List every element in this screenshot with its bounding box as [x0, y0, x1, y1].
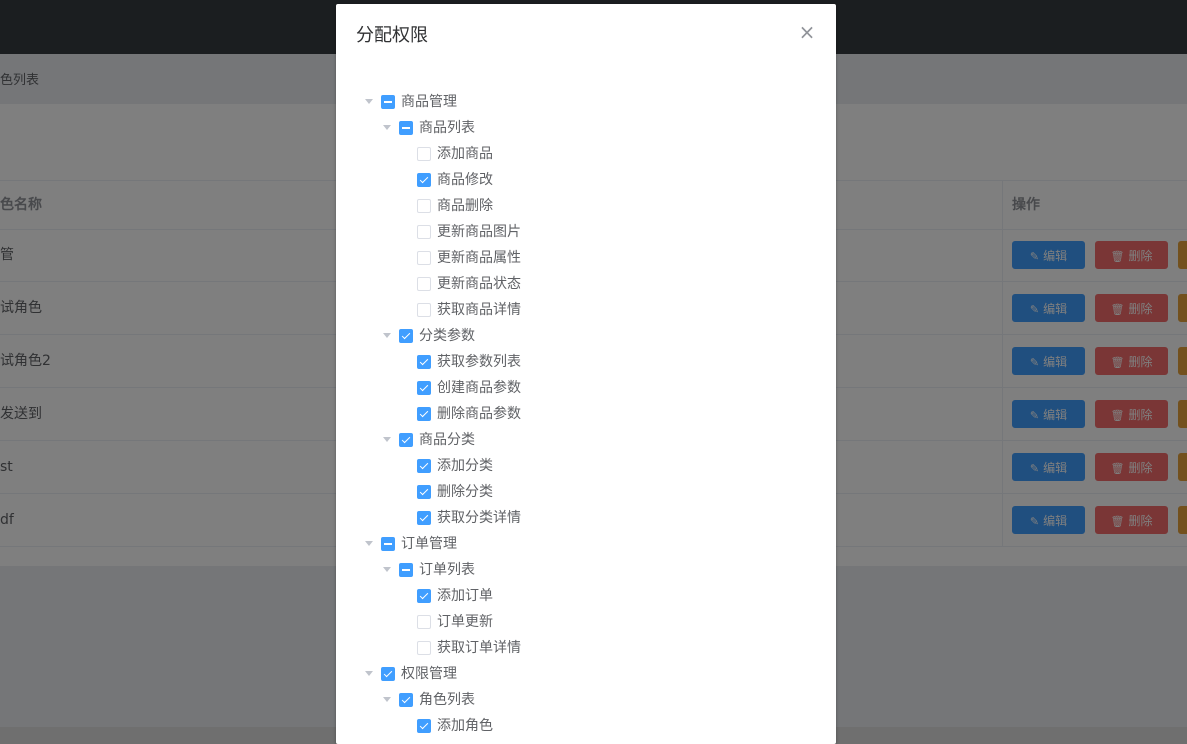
tree-node-label: 获取分类详情 [437, 510, 521, 526]
tree-node-label: 获取订单详情 [437, 640, 521, 656]
tree-node[interactable]: 分类参数 [336, 323, 836, 349]
tree-checkbox[interactable] [399, 329, 413, 343]
caret-down-icon[interactable] [382, 687, 392, 713]
tree-checkbox[interactable] [417, 485, 431, 499]
tree-checkbox[interactable] [417, 511, 431, 525]
tree-node[interactable]: 创建商品参数 [336, 375, 836, 401]
tree-node[interactable]: 添加订单 [336, 583, 836, 609]
tree-node[interactable]: 商品列表 [336, 115, 836, 141]
tree-node-label: 商品修改 [437, 172, 493, 188]
tree-node-label: 获取参数列表 [437, 354, 521, 370]
tree-node-label: 获取商品详情 [437, 302, 521, 318]
tree-checkbox[interactable] [399, 693, 413, 707]
tree-node-label: 商品删除 [437, 198, 493, 214]
caret-down-icon[interactable] [364, 89, 374, 115]
tree-node-label: 更新商品属性 [437, 250, 521, 266]
tree-checkbox[interactable] [417, 459, 431, 473]
tree-checkbox[interactable] [417, 407, 431, 421]
tree-checkbox[interactable] [417, 277, 431, 291]
tree-node[interactable]: 获取订单详情 [336, 635, 836, 661]
tree-node[interactable]: 订单列表 [336, 557, 836, 583]
tree-node[interactable]: 商品分类 [336, 427, 836, 453]
tree-node-label: 订单列表 [419, 562, 475, 578]
tree-checkbox[interactable] [417, 147, 431, 161]
caret-down-icon[interactable] [364, 531, 374, 557]
tree-checkbox[interactable] [417, 225, 431, 239]
tree-node[interactable]: 角色列表 [336, 687, 836, 713]
tree-node-label: 删除商品参数 [437, 406, 521, 422]
tree-node-label: 商品分类 [419, 432, 475, 448]
tree-node[interactable]: 获取分类详情 [336, 505, 836, 531]
tree-node-label: 订单管理 [401, 536, 457, 552]
tree-checkbox[interactable] [417, 615, 431, 629]
tree-checkbox[interactable] [417, 199, 431, 213]
tree-checkbox[interactable] [417, 381, 431, 395]
tree-node-label: 商品管理 [401, 94, 457, 110]
tree-checkbox[interactable] [417, 719, 431, 733]
tree-node[interactable]: 订单管理 [336, 531, 836, 557]
caret-down-icon[interactable] [382, 115, 392, 141]
tree-checkbox[interactable] [399, 121, 413, 135]
tree-node-label: 添加商品 [437, 146, 493, 162]
tree-node[interactable]: 添加角色 [336, 713, 836, 739]
tree-checkbox[interactable] [381, 537, 395, 551]
tree-node-label: 更新商品状态 [437, 276, 521, 292]
tree-checkbox[interactable] [417, 355, 431, 369]
tree-checkbox[interactable] [417, 303, 431, 317]
tree-node[interactable]: 添加商品 [336, 141, 836, 167]
tree-node[interactable]: 商品管理 [336, 89, 836, 115]
caret-down-icon[interactable] [382, 557, 392, 583]
tree-node[interactable]: 删除分类 [336, 479, 836, 505]
tree-node[interactable]: 添加分类 [336, 453, 836, 479]
close-icon[interactable]: × [798, 22, 816, 42]
dialog-title: 分配权限 [356, 25, 428, 46]
tree-node[interactable]: 更新商品属性 [336, 245, 836, 271]
tree-checkbox[interactable] [399, 563, 413, 577]
tree-node[interactable]: 更新商品状态 [336, 271, 836, 297]
tree-checkbox[interactable] [417, 641, 431, 655]
tree-node-label: 角色列表 [419, 692, 475, 708]
tree-node-label: 添加分类 [437, 458, 493, 474]
tree-node-label: 分类参数 [419, 328, 475, 344]
tree-checkbox[interactable] [381, 95, 395, 109]
tree-node[interactable]: 商品删除 [336, 193, 836, 219]
caret-down-icon[interactable] [364, 661, 374, 687]
tree-checkbox[interactable] [417, 589, 431, 603]
tree-node[interactable]: 删除商品参数 [336, 401, 836, 427]
tree-node-label: 权限管理 [401, 666, 457, 682]
tree-checkbox[interactable] [399, 433, 413, 447]
tree-checkbox[interactable] [417, 251, 431, 265]
tree-node[interactable]: 权限管理 [336, 661, 836, 687]
caret-down-icon[interactable] [382, 323, 392, 349]
tree-node[interactable]: 订单更新 [336, 609, 836, 635]
tree-node-label: 添加订单 [437, 588, 493, 604]
tree-checkbox[interactable] [381, 667, 395, 681]
assign-permissions-dialog: 分配权限 × 商品管理商品列表添加商品商品修改商品删除更新商品图片 更新商品属性更… [336, 4, 836, 744]
tree-node[interactable]: 更新商品图片 [336, 219, 836, 245]
tree-node[interactable]: 商品修改 [336, 167, 836, 193]
tree-node-label: 商品列表 [419, 120, 475, 136]
tree-node-label: 更新商品图片 [437, 224, 521, 240]
tree-node[interactable]: 获取商品详情 [336, 297, 836, 323]
tree-node-label: 订单更新 [437, 614, 493, 630]
tree-node[interactable]: 获取参数列表 [336, 349, 836, 375]
tree-node-label: 创建商品参数 [437, 380, 521, 396]
caret-down-icon[interactable] [382, 427, 392, 453]
tree-checkbox[interactable] [417, 173, 431, 187]
tree-node-label: 添加角色 [437, 718, 493, 734]
tree-node-label: 删除分类 [437, 484, 493, 500]
